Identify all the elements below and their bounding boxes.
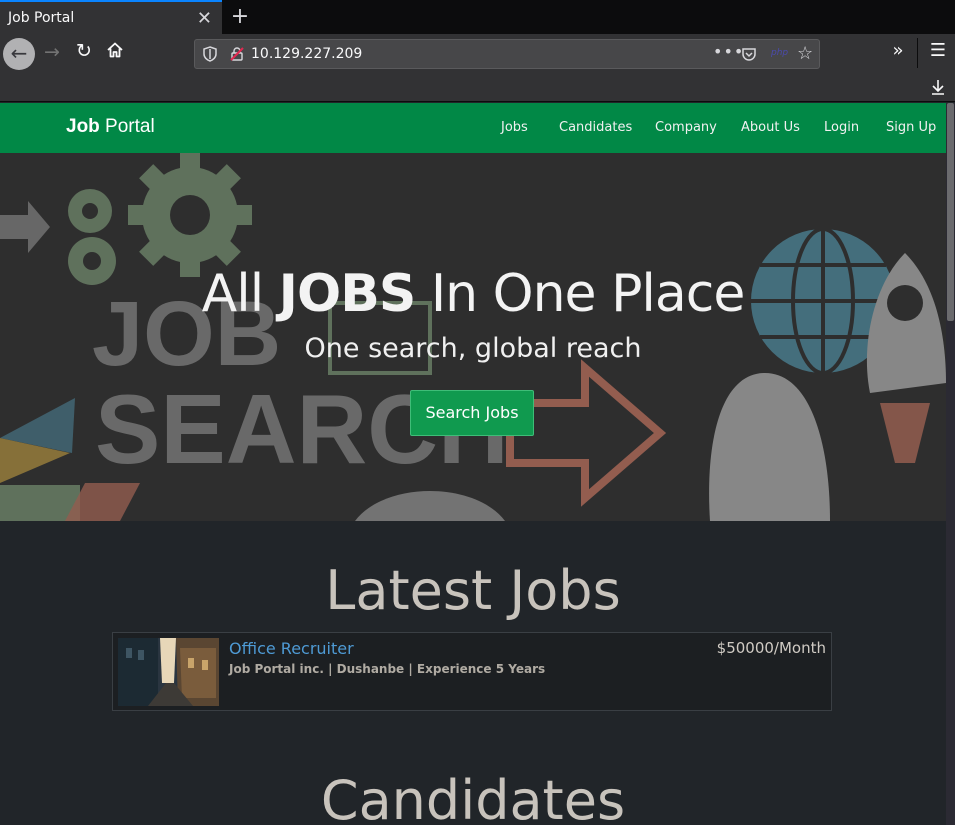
scrollbar-thumb[interactable] xyxy=(947,103,954,321)
job-listing-card[interactable]: Office Recruiter Job Portal inc. | Dusha… xyxy=(112,632,832,711)
job-thumbnail-image xyxy=(118,638,219,706)
tracking-shield-icon[interactable] xyxy=(203,46,217,62)
page-viewport: Job Portal Jobs Candidates Company About… xyxy=(0,103,955,825)
nav-about-us[interactable]: About Us xyxy=(741,120,800,135)
forward-button[interactable]: → xyxy=(40,41,64,63)
candidates-heading: Candidates xyxy=(320,769,626,825)
new-tab-button[interactable]: + xyxy=(228,4,252,29)
hero-title: All JOBS In One Place xyxy=(201,264,746,324)
browser-tab-strip: Job Portal ✕ + xyxy=(0,0,955,34)
reload-button[interactable]: ↻ xyxy=(72,40,96,62)
hamburger-menu-icon[interactable]: ☰ xyxy=(928,40,948,61)
search-jobs-button[interactable]: Search Jobs xyxy=(410,390,534,436)
tab-close-icon[interactable]: ✕ xyxy=(197,8,212,29)
job-title-link[interactable]: Office Recruiter xyxy=(229,639,354,658)
home-icon[interactable] xyxy=(103,41,127,63)
url-text[interactable]: 10.129.227.209 xyxy=(251,46,362,62)
toolbar-separator xyxy=(917,38,918,68)
latest-jobs-heading: Latest Jobs xyxy=(325,559,621,622)
back-button[interactable]: ← xyxy=(3,38,35,70)
job-meta: Job Portal inc. | Dushanbe | Experience … xyxy=(229,662,546,676)
hero-banner: JOB SEARCH All JOBS In One Place One sea… xyxy=(0,153,946,521)
overflow-chevron-icon[interactable]: » xyxy=(888,40,908,61)
php-extension-icon[interactable]: php xyxy=(771,48,788,58)
job-salary: $50000/Month xyxy=(716,639,826,657)
address-bar[interactable]: 10.129.227.209 ••• php ☆ xyxy=(194,39,820,69)
browser-tab[interactable]: Job Portal ✕ xyxy=(0,0,222,34)
site-navbar: Job Portal Jobs Candidates Company About… xyxy=(0,103,946,153)
insecure-lock-icon[interactable] xyxy=(229,46,245,62)
pocket-icon[interactable] xyxy=(741,46,757,66)
browser-toolbar: ← → ↻ 10.129.227.209 ••• php ☆ » ☰ xyxy=(0,34,955,102)
nav-jobs[interactable]: Jobs xyxy=(501,120,528,135)
nav-candidates[interactable]: Candidates xyxy=(559,120,632,135)
tab-title: Job Portal xyxy=(8,10,75,26)
nav-company[interactable]: Company xyxy=(655,120,717,135)
page-actions-icon[interactable]: ••• xyxy=(713,42,744,61)
hero-subtitle: One search, global reach xyxy=(304,333,642,364)
bookmark-star-icon[interactable]: ☆ xyxy=(797,43,813,64)
brand-logo[interactable]: Job Portal xyxy=(66,116,155,138)
page-scrollbar[interactable] xyxy=(946,103,955,825)
nav-login[interactable]: Login xyxy=(824,120,859,135)
download-icon[interactable] xyxy=(928,78,948,100)
nav-sign-up[interactable]: Sign Up xyxy=(886,120,936,135)
